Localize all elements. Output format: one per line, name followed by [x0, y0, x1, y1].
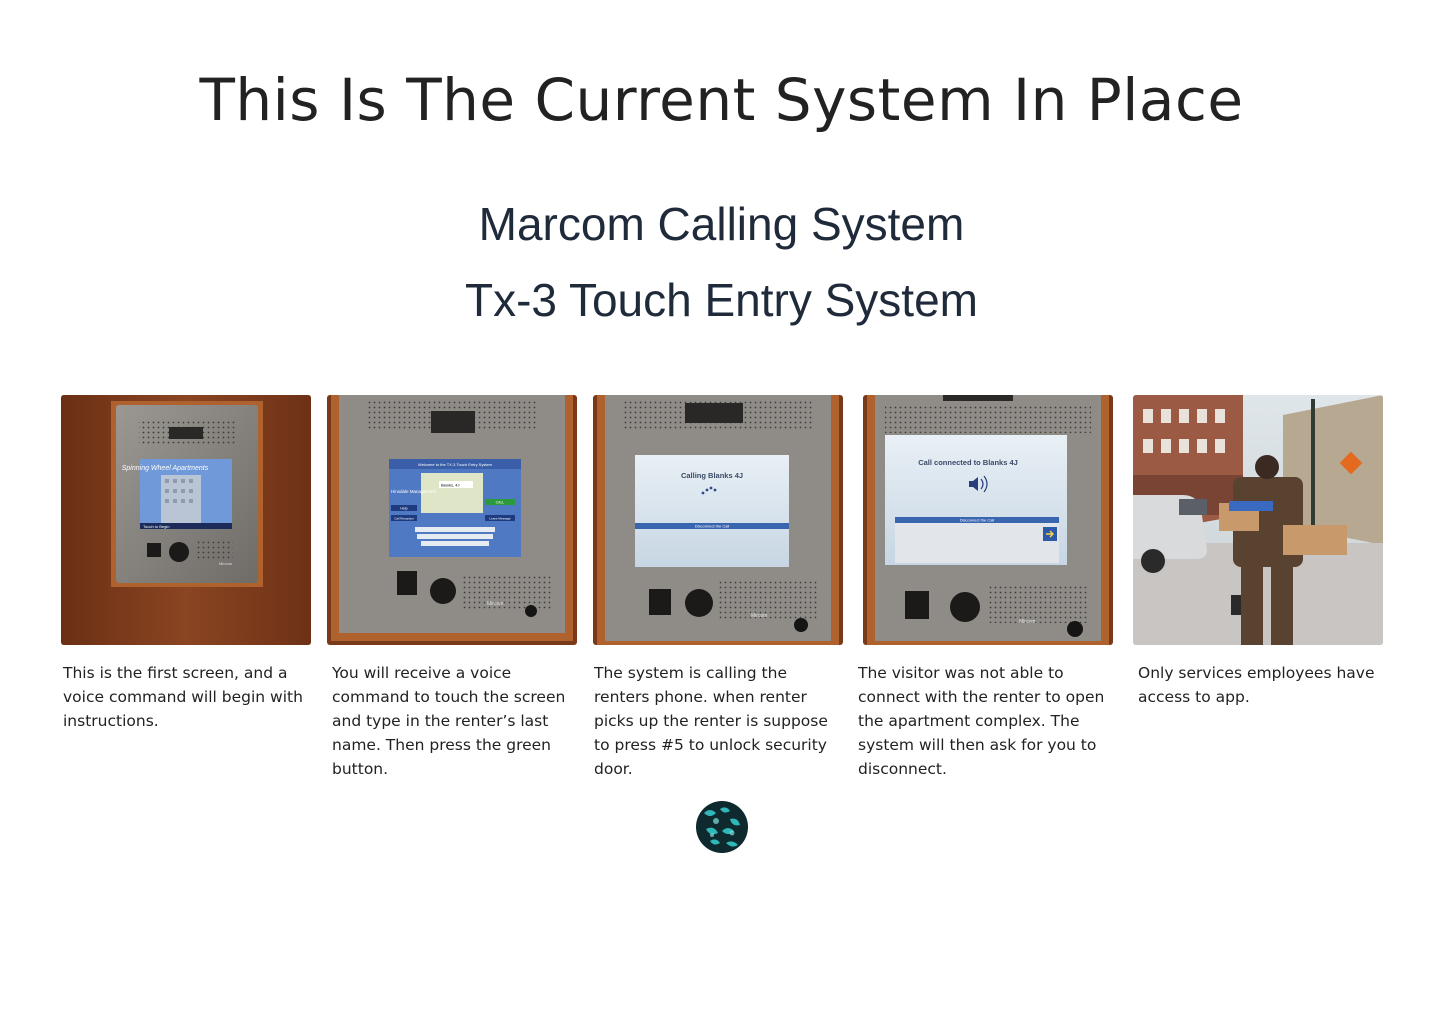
- screen-header: Welcome to the TX-3 Touch Entry System: [418, 462, 493, 467]
- disconnect-bar: Disconnect the Call: [695, 524, 730, 529]
- page-title: This Is The Current System In Place: [199, 66, 1244, 134]
- caption-connected: The visitor was not able to connect with…: [858, 664, 1105, 778]
- help-button-label: Help: [400, 507, 407, 511]
- subtitle-marcom: Marcom Calling System: [478, 198, 965, 250]
- brand-label: Mircom: [751, 613, 767, 619]
- photo-first-screen: Spinning Wheel Apartments Touch to Begin…: [61, 395, 311, 645]
- brand-label: Mircom: [219, 561, 233, 566]
- disconnect-bar: Disconnect the Call: [960, 518, 995, 523]
- screen-logo: Hinsdale Management: [391, 489, 437, 494]
- screen-footer: Touch to Begin: [143, 524, 169, 529]
- message-button-label: Leave Message: [489, 517, 511, 521]
- screen-title: Spinning Wheel Apartments: [122, 465, 209, 472]
- caption-services: Only services employees have access to a…: [1138, 664, 1375, 706]
- subtitle-tx3: Tx-3 Touch Entry System: [465, 274, 978, 326]
- call-button-label: CALL: [496, 501, 505, 505]
- photo-type-name: Welcome to the TX-3 Touch Entry System B…: [327, 395, 577, 645]
- brand-label: Mircom: [487, 601, 503, 607]
- reception-button-label: Call Reception: [394, 517, 414, 521]
- caption-first-screen: This is the first screen, and a voice co…: [63, 664, 303, 730]
- calling-text: Calling Blanks 4J: [681, 471, 743, 480]
- brand-label: Mircom: [1019, 619, 1035, 625]
- caption-calling: The system is calling the renters phone.…: [594, 664, 828, 778]
- photo-calling: Calling Blanks 4J Disconnect the Call Mi…: [593, 395, 843, 645]
- avatar-logo: [696, 801, 748, 853]
- photo-connected: Call connected to Blanks 4J Disconnect t…: [863, 395, 1113, 645]
- connected-text: Call connected to Blanks 4J: [918, 458, 1018, 467]
- screen-field: Blanks, 4J: [441, 483, 459, 488]
- caption-type-name: You will receive a voice command to touc…: [332, 664, 566, 778]
- photo-delivery-worker: [1133, 395, 1383, 645]
